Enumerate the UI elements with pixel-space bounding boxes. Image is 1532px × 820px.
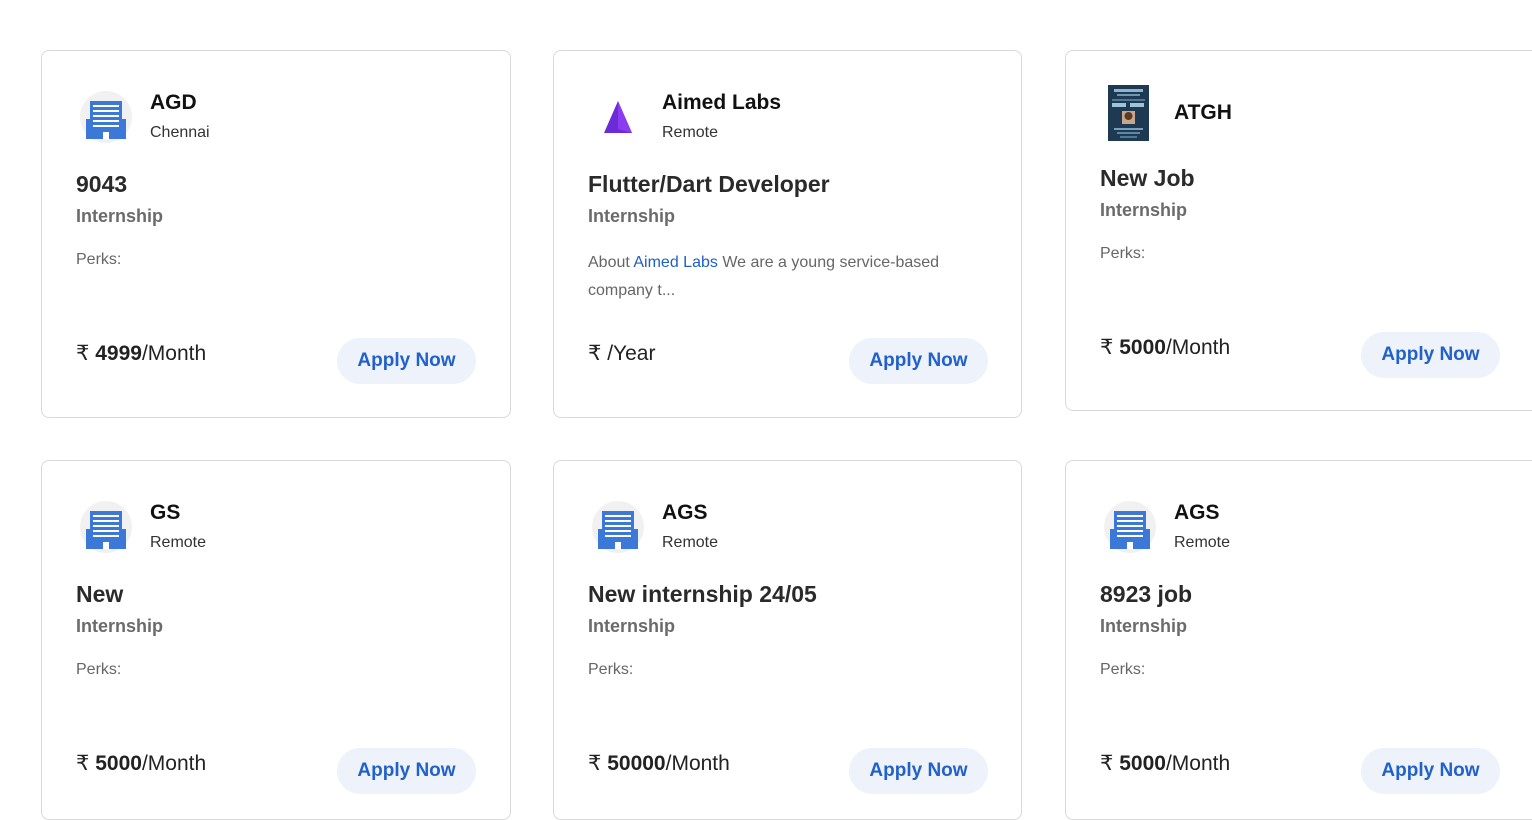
salary-period: /Month xyxy=(141,342,207,365)
job-type: Internship xyxy=(588,616,676,636)
perks-label: Perks: xyxy=(1100,245,1146,262)
apply-now-button[interactable]: Apply Now xyxy=(1361,748,1500,794)
currency-symbol: ₹ xyxy=(76,752,90,775)
company-location: Remote xyxy=(150,534,207,551)
currency-symbol: ₹ xyxy=(1100,752,1114,775)
salary: ₹ 5000/Month xyxy=(76,751,206,776)
currency-symbol: ₹ xyxy=(76,342,90,365)
description-prefix: About xyxy=(588,254,630,271)
company-name: GS xyxy=(150,501,181,524)
salary: ₹ 5000/Month xyxy=(1100,751,1230,776)
job-title[interactable]: New internship 24/05 xyxy=(588,581,817,608)
job-title[interactable]: New Job xyxy=(1100,165,1195,192)
salary: ₹ 4999/Month xyxy=(76,341,206,366)
job-type: Internship xyxy=(1100,616,1188,636)
job-card[interactable]: ATGH New Job Internship Perks: ₹ 5000/Mo… xyxy=(1065,50,1532,411)
company-name: AGS xyxy=(1174,501,1220,524)
description-company-link[interactable]: Aimed Labs xyxy=(633,254,718,271)
apply-now-button[interactable]: Apply Now xyxy=(1361,332,1500,378)
apply-now-button[interactable]: Apply Now xyxy=(849,748,988,794)
building-icon xyxy=(1100,499,1160,555)
company-location: Chennai xyxy=(150,124,210,141)
salary-period: /Month xyxy=(1165,752,1231,775)
job-type: Internship xyxy=(1100,200,1188,220)
salary-amount: 50000 xyxy=(607,752,666,775)
apply-now-button[interactable]: Apply Now xyxy=(337,338,476,384)
salary: ₹ 50000/Month xyxy=(588,751,730,776)
job-type: Internship xyxy=(76,206,164,226)
job-card[interactable]: AGS Remote New internship 24/05 Internsh… xyxy=(553,460,1022,820)
triangle-logo-icon xyxy=(588,89,648,145)
job-type: Internship xyxy=(76,616,164,636)
salary-amount: 5000 xyxy=(95,752,142,775)
company-location: Remote xyxy=(662,124,719,141)
building-icon xyxy=(588,499,648,555)
company-location: Remote xyxy=(1174,534,1231,551)
job-title[interactable]: 9043 xyxy=(76,171,127,198)
job-card[interactable]: GS Remote New Internship Perks: ₹ 5000/M… xyxy=(41,460,511,820)
perks-label: Perks: xyxy=(588,661,634,678)
company-location: Remote xyxy=(662,534,719,551)
salary: ₹ 5000/Month xyxy=(1100,335,1230,360)
job-title[interactable]: 8923 job xyxy=(1100,581,1192,608)
job-title[interactable]: Flutter/Dart Developer xyxy=(588,171,830,198)
currency-symbol: ₹ xyxy=(588,342,602,365)
currency-symbol: ₹ xyxy=(588,752,602,775)
apply-now-button[interactable]: Apply Now xyxy=(337,748,476,794)
job-card[interactable]: AGS Remote 8923 job Internship Perks: ₹ … xyxy=(1065,460,1532,820)
perks-label: Perks: xyxy=(76,661,122,678)
job-type: Internship xyxy=(588,206,676,226)
company-name: ATGH xyxy=(1174,101,1232,124)
salary-period: /Year xyxy=(607,342,656,365)
building-icon xyxy=(76,499,136,555)
building-icon xyxy=(76,89,136,145)
salary-amount: 5000 xyxy=(1119,336,1166,359)
job-card[interactable]: Aimed Labs Remote Flutter/Dart Developer… xyxy=(553,50,1022,418)
salary-amount: 5000 xyxy=(1119,752,1166,775)
poster-image xyxy=(1108,85,1149,141)
job-description: About Aimed Labs We are a young service-… xyxy=(588,249,988,305)
salary: ₹ /Year xyxy=(588,341,655,366)
job-card[interactable]: AGD Chennai 9043 Internship Perks: ₹ 499… xyxy=(41,50,511,418)
company-name: AGD xyxy=(150,91,197,114)
perks-label: Perks: xyxy=(76,251,122,268)
perks-label: Perks: xyxy=(1100,661,1146,678)
company-name: AGS xyxy=(662,501,708,524)
apply-now-button[interactable]: Apply Now xyxy=(849,338,988,384)
company-name: Aimed Labs xyxy=(662,91,782,114)
salary-period: /Month xyxy=(1165,336,1231,359)
job-title[interactable]: New xyxy=(76,581,123,608)
currency-symbol: ₹ xyxy=(1100,336,1114,359)
salary-period: /Month xyxy=(665,752,730,775)
salary-period: /Month xyxy=(141,752,207,775)
salary-amount: 4999 xyxy=(95,342,142,365)
